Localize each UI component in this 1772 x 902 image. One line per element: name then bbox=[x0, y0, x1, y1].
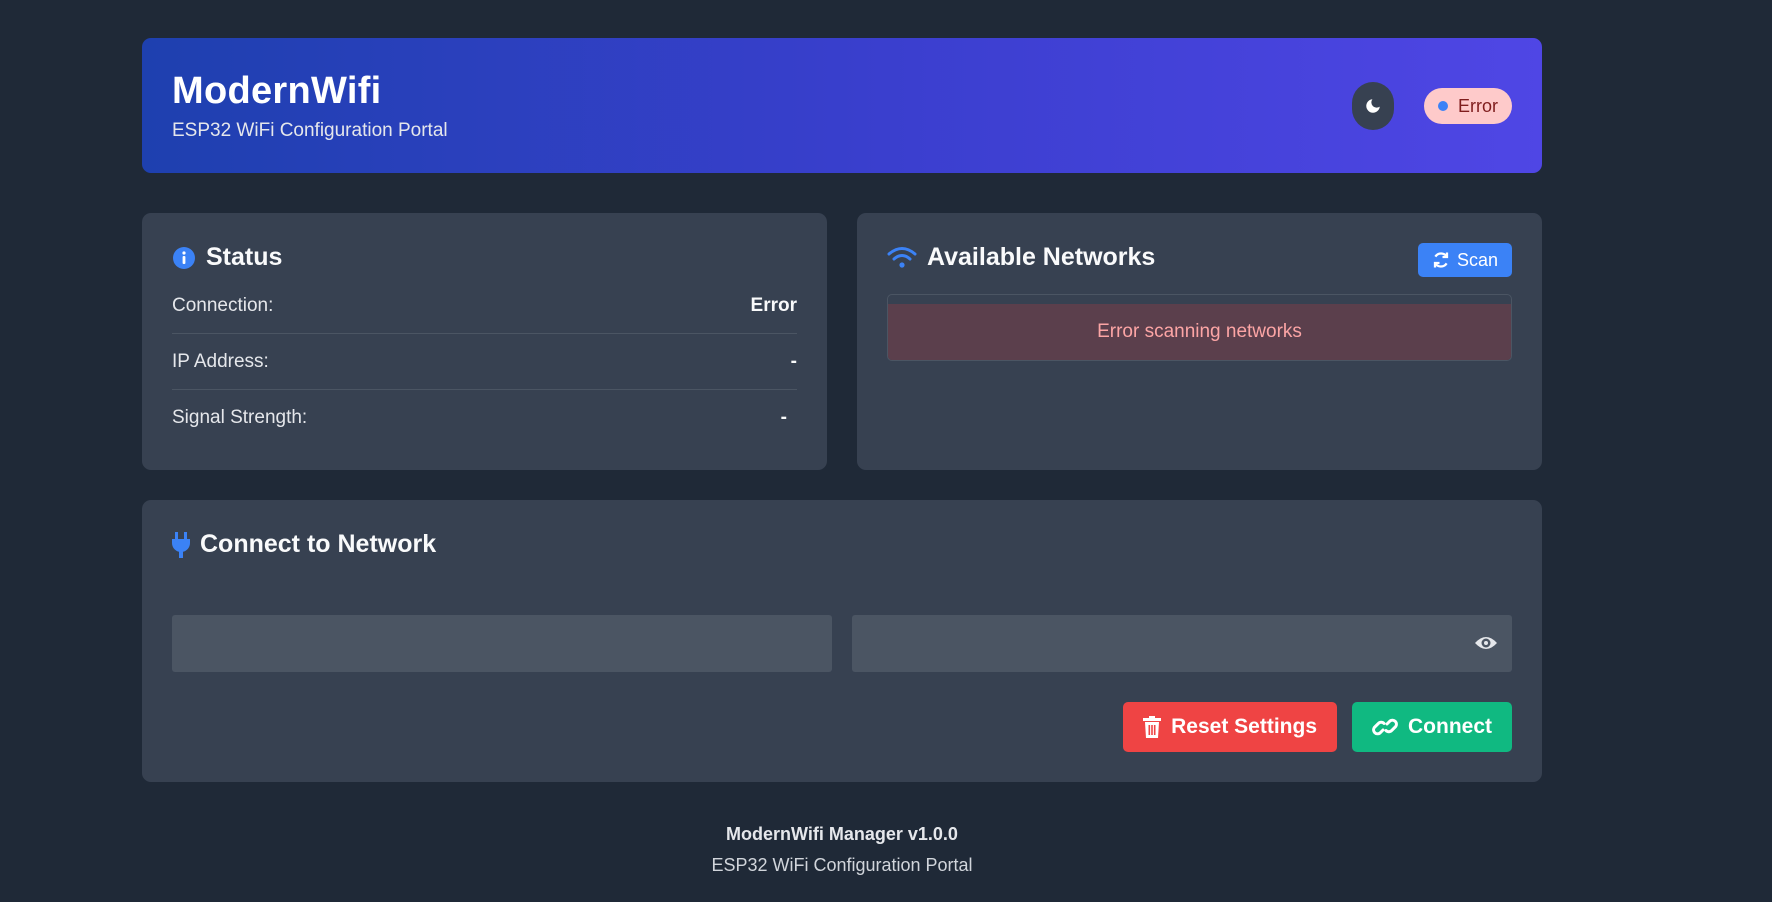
connect-card: Connect to Network Reset Settings Connec… bbox=[142, 500, 1542, 782]
theme-toggle-button[interactable] bbox=[1352, 82, 1394, 130]
status-card: Status Connection: Error IP Address: - S… bbox=[142, 213, 827, 470]
footer-version: ModernWifi Manager v1.0.0 bbox=[726, 824, 958, 844]
network-scan-error: Error scanning networks bbox=[888, 304, 1511, 360]
connect-card-title: Connect to Network bbox=[172, 530, 1512, 559]
status-label: IP Address: bbox=[172, 350, 269, 372]
info-icon bbox=[173, 246, 195, 269]
connect-label: Connect bbox=[1408, 715, 1492, 738]
moon-icon bbox=[1366, 99, 1380, 113]
reset-settings-button[interactable]: Reset Settings bbox=[1123, 702, 1337, 752]
footer-subtitle: ESP32 WiFi Configuration Portal bbox=[711, 855, 973, 875]
status-dot bbox=[1438, 101, 1448, 111]
trash-icon bbox=[1143, 716, 1162, 738]
status-row-connection: Connection: Error bbox=[172, 278, 797, 334]
status-row-signal: Signal Strength: - bbox=[172, 390, 797, 446]
app-title: ModernWifi bbox=[172, 70, 382, 112]
info-row: Status Connection: Error IP Address: - S… bbox=[142, 213, 1542, 470]
app-subtitle: ESP32 WiFi Configuration Portal bbox=[172, 120, 448, 141]
page-container: ModernWifi ESP32 WiFi Configuration Port… bbox=[142, 38, 1542, 782]
status-badge-label: Error bbox=[1458, 95, 1498, 116]
status-list: Connection: Error IP Address: - Signal S… bbox=[172, 278, 797, 446]
scan-label: Scan bbox=[1456, 249, 1498, 270]
network-list: Error scanning networks bbox=[887, 294, 1512, 361]
status-value: - bbox=[790, 350, 797, 372]
status-card-title: Status bbox=[172, 243, 797, 272]
status-value: - bbox=[780, 407, 787, 428]
status-label: Signal Strength: bbox=[172, 407, 308, 428]
plug-icon bbox=[172, 531, 190, 558]
status-title: Status bbox=[206, 243, 283, 271]
networks-title: Available Networks bbox=[927, 243, 1156, 271]
connect-actions: Reset Settings Connect bbox=[1123, 702, 1512, 752]
connect-title: Connect to Network bbox=[200, 530, 437, 558]
connect-button[interactable]: Connect bbox=[1352, 702, 1512, 752]
ssid-input[interactable] bbox=[172, 615, 832, 672]
networks-card: Available Networks Scan Error scanning n… bbox=[857, 213, 1542, 470]
connection-status-badge: Error bbox=[1424, 88, 1512, 124]
reset-label: Reset Settings bbox=[1171, 715, 1317, 738]
credentials-row bbox=[172, 615, 1512, 672]
status-label: Connection: bbox=[172, 294, 274, 316]
wifi-icon bbox=[887, 246, 917, 268]
scan-button[interactable]: Scan bbox=[1417, 243, 1512, 277]
header-banner: ModernWifi ESP32 WiFi Configuration Port… bbox=[142, 38, 1542, 173]
link-icon bbox=[1372, 718, 1398, 736]
page-footer: ModernWifi Manager v1.0.0 ESP32 WiFi Con… bbox=[142, 824, 1542, 876]
password-input[interactable] bbox=[852, 615, 1512, 672]
refresh-icon bbox=[1433, 252, 1449, 268]
status-value: Error bbox=[750, 294, 797, 316]
password-field-wrapper bbox=[852, 615, 1512, 672]
status-row-ip: IP Address: - bbox=[172, 334, 797, 390]
eye-icon[interactable] bbox=[1474, 633, 1498, 658]
